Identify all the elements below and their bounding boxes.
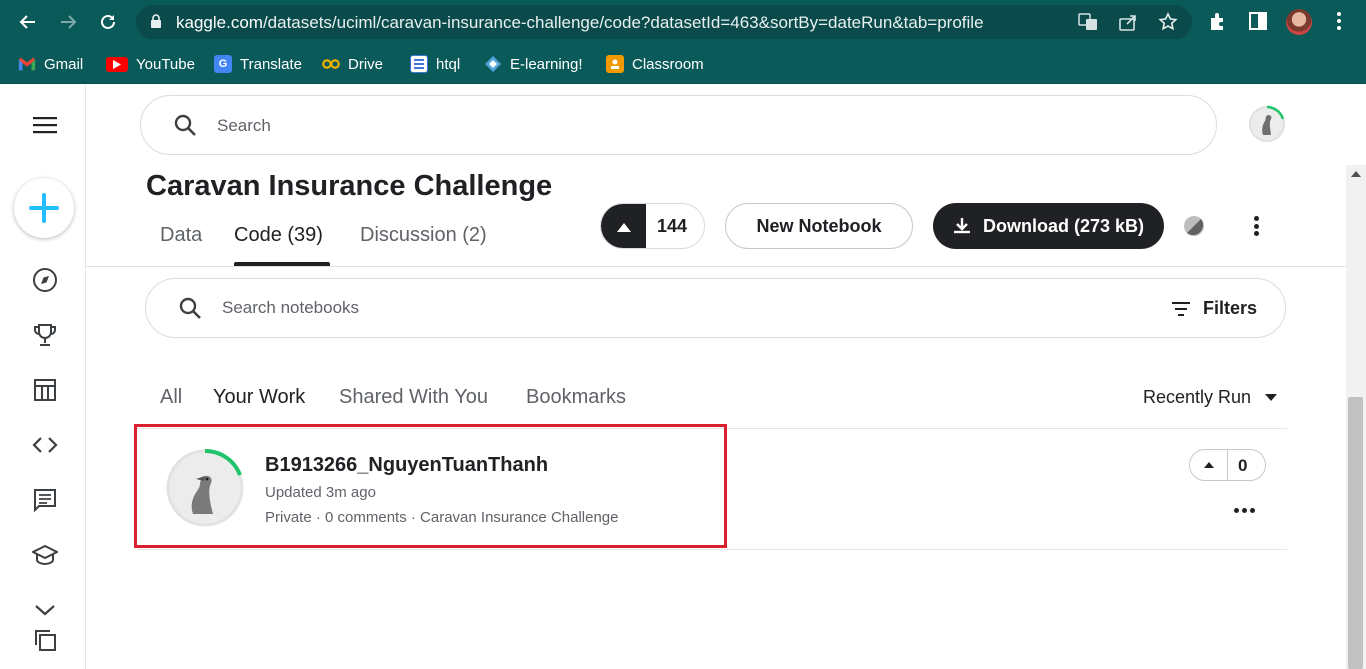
dataset-upvote-button[interactable]: 144 (600, 203, 705, 249)
red-highlight-box (134, 424, 727, 548)
code-brackets-icon[interactable] (30, 430, 60, 460)
scrollbar-thumb[interactable] (1348, 397, 1363, 669)
search-icon (178, 296, 202, 325)
lock-icon (150, 14, 162, 34)
elearning-icon (484, 55, 502, 73)
htql-icon (410, 55, 428, 73)
tab-data[interactable]: Data (160, 224, 202, 247)
more-options-icon[interactable] (1246, 214, 1266, 238)
upvote-arrow-icon[interactable] (601, 204, 646, 248)
trophy-competitions-icon[interactable] (30, 320, 60, 350)
browser-profile-avatar[interactable] (1286, 9, 1312, 35)
search-icon (173, 113, 197, 142)
gmail-icon (18, 55, 36, 73)
bookmark-classroom[interactable]: Classroom (606, 53, 704, 75)
tab-discussion[interactable]: Discussion (2) (360, 224, 487, 247)
translate-icon: G (214, 55, 232, 73)
page-scrollbar[interactable] (1346, 165, 1366, 669)
back-icon[interactable] (14, 8, 42, 36)
browser-toolbar: kaggle.com/datasets/uciml/caravan-insura… (0, 0, 1366, 44)
filter-lines-icon (1172, 301, 1190, 316)
notebook-search-input[interactable]: Search notebooks Filters (145, 278, 1286, 338)
list-divider (137, 549, 1287, 550)
bookmark-gmail[interactable]: Gmail (18, 53, 83, 75)
caret-down-icon (1265, 394, 1278, 401)
notebook-upvote-button[interactable]: 0 (1189, 449, 1266, 481)
upvote-arrow-icon[interactable] (1190, 450, 1228, 480)
plus-icon (29, 193, 59, 223)
kaggle-sidebar (0, 85, 86, 669)
site-search-input[interactable]: Search (140, 95, 1217, 155)
dataset-title: Caravan Insurance Challenge (146, 170, 553, 202)
subtab-your-work[interactable]: Your Work (213, 386, 305, 409)
graduation-cap-learn-icon[interactable] (30, 540, 60, 570)
upvote-count: 144 (657, 216, 688, 236)
reload-icon[interactable] (94, 8, 122, 36)
bookmark-translate[interactable]: G Translate (214, 53, 302, 75)
drive-icon (322, 55, 340, 73)
new-notebook-button[interactable]: New Notebook (725, 203, 913, 249)
download-icon (953, 218, 970, 234)
compass-explore-icon[interactable] (30, 265, 60, 295)
tab-code[interactable]: Code (39) (234, 224, 323, 247)
usability-half-circle-icon[interactable] (1183, 215, 1205, 237)
bookmark-elearning[interactable]: E-learning! (484, 53, 583, 75)
address-bar[interactable]: kaggle.com/datasets/uciml/caravan-insura… (136, 5, 1192, 39)
side-panel-icon[interactable] (1247, 10, 1271, 34)
bookmark-htql[interactable]: htql (410, 53, 460, 75)
download-button[interactable]: Download (273 kB) (933, 203, 1164, 249)
discussion-comment-icon[interactable] (30, 485, 60, 515)
notebook-more-icon[interactable] (1234, 508, 1255, 513)
user-avatar[interactable] (1247, 104, 1287, 144)
classroom-icon (606, 55, 624, 73)
chevron-down-icon[interactable] (30, 595, 60, 625)
subtab-shared-with-you[interactable]: Shared With You (339, 386, 488, 409)
bookmark-youtube[interactable]: YouTube (106, 53, 195, 75)
url-text: kaggle.com/datasets/uciml/caravan-insura… (176, 13, 984, 32)
share-icon[interactable] (1118, 12, 1138, 32)
create-plus-button[interactable] (14, 178, 74, 238)
bookmark-drive[interactable]: Drive (322, 53, 383, 75)
header-divider (86, 266, 1346, 267)
scroll-up-arrow-icon[interactable] (1351, 171, 1361, 177)
hamburger-menu-icon[interactable] (30, 110, 60, 140)
extensions-icon[interactable] (1207, 10, 1231, 34)
forward-icon[interactable] (54, 8, 82, 36)
browser-menu-icon[interactable] (1328, 10, 1352, 34)
notebook-vote-count: 0 (1238, 456, 1248, 475)
table-datasets-icon[interactable] (30, 375, 60, 405)
copy-stack-icon[interactable] (30, 625, 60, 655)
subtab-all[interactable]: All (160, 386, 182, 409)
bookmark-star-icon[interactable] (1158, 12, 1178, 32)
youtube-icon (106, 56, 128, 72)
filters-button[interactable]: Filters (1171, 298, 1257, 319)
subtab-bookmarks[interactable]: Bookmarks (526, 386, 626, 409)
sort-dropdown[interactable]: Recently Run (1143, 387, 1278, 408)
translate-page-icon[interactable] (1078, 12, 1098, 32)
bookmarks-bar: Gmail YouTube G Translate Drive htql E-l… (0, 44, 1366, 84)
